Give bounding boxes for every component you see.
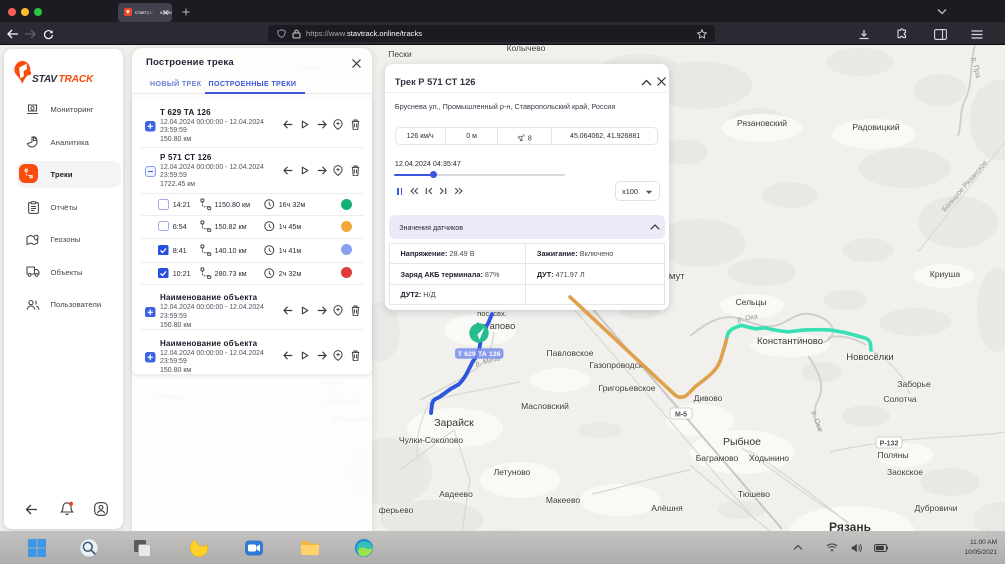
svg-text:Ходынино: Ходынино	[749, 453, 789, 463]
svg-text:Рыбное: Рыбное	[723, 436, 761, 448]
svg-text:STAV: STAV	[32, 74, 58, 85]
svg-text:Солотча: Солотча	[883, 394, 917, 404]
svg-text:Новосёлки: Новосёлки	[846, 352, 893, 363]
svg-text:Чулки-Соколово: Чулки-Соколово	[399, 435, 463, 445]
svg-text:Колычево: Колычево	[507, 45, 546, 53]
svg-text:Масловский: Масловский	[521, 401, 569, 411]
svg-text:Летуново: Летуново	[494, 467, 531, 477]
svg-text:пос. свх.: пос. свх.	[477, 309, 507, 318]
svg-text:Григорьевское: Григорьевское	[598, 383, 655, 393]
svg-text:Поляны: Поляны	[877, 450, 908, 460]
svg-text:Алёшня: Алёшня	[651, 503, 683, 513]
svg-text:Сельцы: Сельцы	[736, 297, 767, 307]
svg-text:Заокское: Заокское	[887, 467, 923, 477]
svg-text:ферьево: ферьево	[379, 505, 414, 515]
svg-text:Дивово: Дивово	[694, 393, 723, 403]
svg-text:Макеево: Макеево	[546, 495, 581, 505]
svg-text:Криуша: Криуша	[930, 269, 960, 279]
svg-text:Газопроводск: Газопроводск	[589, 360, 643, 370]
svg-text:Зарайск: Зарайск	[434, 417, 474, 429]
svg-text:Аргапово: Аргапово	[475, 321, 516, 332]
svg-text:Пески: Пески	[388, 49, 412, 59]
svg-text:TRACK: TRACK	[58, 74, 93, 85]
svg-text:Константиново: Константиново	[757, 336, 823, 347]
svg-text:Тюшево: Тюшево	[738, 489, 770, 499]
svg-text:Павловское: Павловское	[547, 348, 594, 358]
svg-text:Баграмово: Баграмово	[696, 453, 739, 463]
svg-text:М-5: М-5	[675, 412, 687, 419]
svg-text:Рязановский: Рязановский	[737, 118, 787, 128]
svg-text:Р-132: Р-132	[880, 441, 899, 448]
svg-text:Заборье: Заборье	[897, 379, 931, 389]
svg-text:Рязань: Рязань	[829, 520, 871, 531]
svg-text:Авдеево: Авдеево	[439, 489, 473, 499]
svg-text:Дубровичи: Дубровичи	[914, 503, 957, 513]
svg-text:Радовицкий: Радовицкий	[852, 122, 899, 132]
